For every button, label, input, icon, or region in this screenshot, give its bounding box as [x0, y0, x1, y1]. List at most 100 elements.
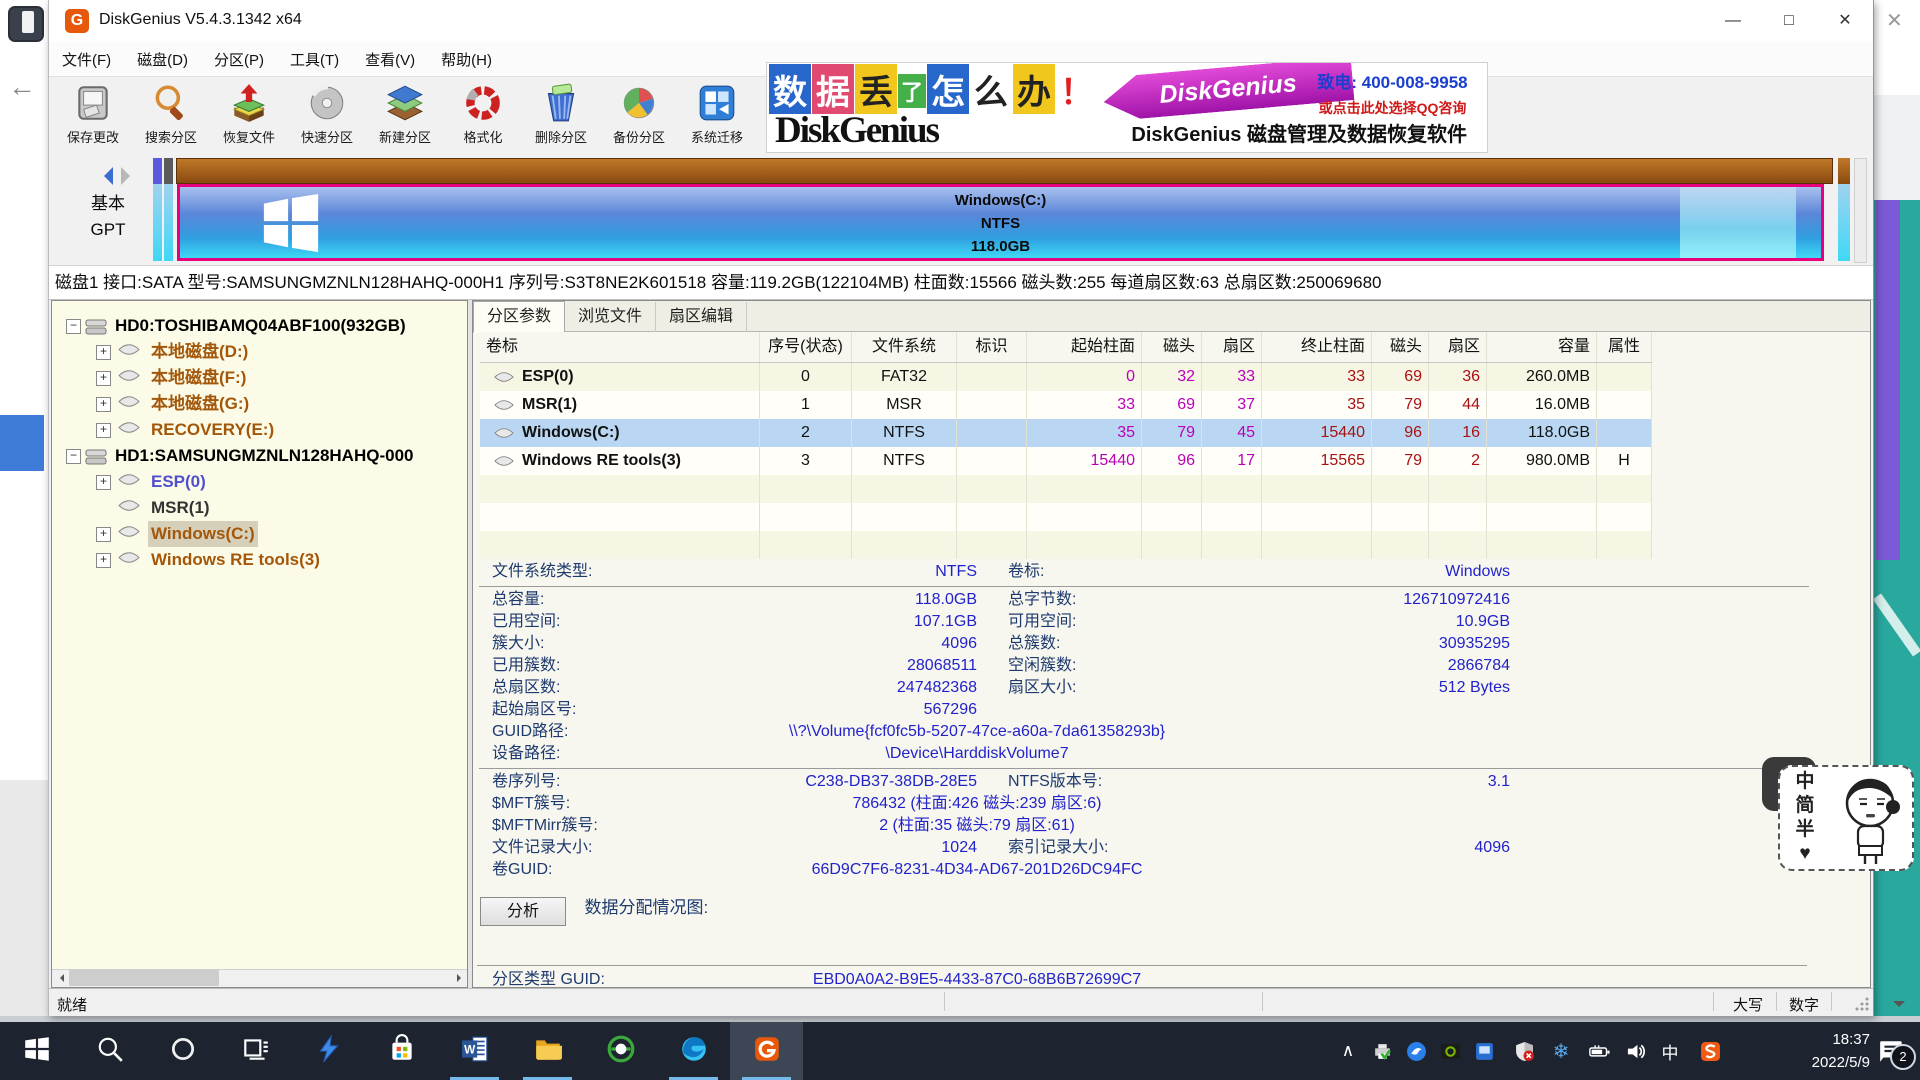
search-partition-button[interactable]: 搜索分区 — [133, 80, 209, 153]
close-button[interactable]: ✕ — [1817, 0, 1873, 42]
scroll-right-icon[interactable] — [450, 970, 467, 986]
column-header[interactable]: 属性 — [1597, 332, 1652, 362]
collapse-icon[interactable]: − — [66, 319, 81, 334]
diskbar-scroll-strip[interactable] — [1854, 158, 1867, 263]
expand-icon[interactable]: + — [96, 475, 111, 490]
sidebar-item-esp-0-[interactable]: +ESP(0) — [52, 469, 467, 495]
sidebar-item--g-[interactable]: +本地磁盘(G:) — [52, 391, 467, 417]
menu-item[interactable]: 帮助(H) — [428, 42, 505, 76]
tray-hidden-icons-icon[interactable]: ∧ — [1332, 1022, 1364, 1080]
scroll-left-icon[interactable] — [52, 970, 69, 986]
tray-sogou-icon[interactable] — [1694, 1022, 1726, 1080]
format-button[interactable]: 格式化 — [445, 80, 521, 153]
tab-扇区编辑[interactable]: 扇区编辑 — [656, 302, 747, 332]
taskbar-diskgenius-button[interactable] — [730, 1022, 803, 1080]
recover-files-button[interactable]: 恢复文件 — [211, 80, 287, 153]
taskbar-edge-button[interactable] — [657, 1022, 730, 1080]
tray-nvidia-icon[interactable] — [1434, 1022, 1466, 1080]
delete-partition-button[interactable]: 删除分区 — [523, 80, 599, 153]
partition-sliver-esp[interactable] — [153, 158, 162, 261]
ad-banner[interactable]: 数据丢了怎么办！ DiskGenius 致电: 400-008-9958 或点击… — [766, 62, 1488, 153]
column-header[interactable]: 起始柱面 — [1027, 332, 1142, 362]
expand-icon[interactable]: + — [96, 553, 111, 568]
sidebar-item--f-[interactable]: +本地磁盘(F:) — [52, 365, 467, 391]
partition-block-windows-c[interactable]: Windows(C:) NTFS 118.0GB — [177, 184, 1824, 261]
partition-sliver-msr[interactable] — [164, 158, 173, 261]
column-header[interactable]: 磁头 — [1142, 332, 1202, 362]
menu-item[interactable]: 工具(T) — [277, 42, 352, 76]
sidebar-item-hd1-samsungmznln128hahq-000[interactable]: −HD1:SAMSUNGMZNLN128HAHQ-000 — [52, 443, 467, 469]
taskbar-flash-button[interactable] — [292, 1022, 365, 1080]
column-header[interactable]: 磁头 — [1372, 332, 1429, 362]
column-header[interactable]: 终止柱面 — [1262, 332, 1372, 362]
expand-icon[interactable]: + — [96, 527, 111, 542]
taskbar-word-button[interactable]: W — [438, 1022, 511, 1080]
sidebar-item-hd0-toshibamq04abf100-932gb-[interactable]: −HD0:TOSHIBAMQ04ABF100(932GB) — [52, 313, 467, 339]
system-migration-button[interactable]: 系统迁移 — [679, 80, 755, 153]
taskbar-search-button[interactable] — [73, 1022, 146, 1080]
column-header[interactable]: 序号(状态) — [760, 332, 852, 362]
sidebar-item--d-[interactable]: +本地磁盘(D:) — [52, 339, 467, 365]
tab-分区参数[interactable]: 分区参数 — [473, 301, 565, 333]
ime-status-widget[interactable]: 中 简 半 ♥ — [1778, 765, 1914, 871]
save-button[interactable]: 保存更改 — [55, 80, 131, 153]
taskbar-clock[interactable]: 18:37 2022/5/9 — [1752, 1028, 1870, 1074]
tray-battery-icon[interactable] — [1583, 1022, 1615, 1080]
backup-partition-button[interactable]: 备份分区 — [601, 80, 677, 153]
sidebar-item-windows-c-[interactable]: +Windows(C:) — [52, 521, 467, 547]
clock-date: 2022/5/9 — [1752, 1051, 1870, 1074]
sidebar-item-recovery-e-[interactable]: +RECOVERY(E:) — [52, 417, 467, 443]
table-row-esp-0-[interactable]: ESP(0)0FAT3203233336936260.0MB — [480, 363, 1652, 391]
resize-grip[interactable] — [1854, 996, 1870, 1012]
column-header[interactable]: 容量 — [1487, 332, 1597, 362]
new-partition-button[interactable]: 新建分区 — [367, 80, 443, 153]
taskbar-file-explorer-button[interactable] — [511, 1022, 584, 1080]
background-close-icon: ✕ — [1886, 8, 1903, 33]
tray-bird-app-icon[interactable] — [1400, 1022, 1432, 1080]
minimize-button[interactable]: — — [1705, 0, 1761, 42]
partition-sliver-re-tools[interactable] — [1838, 158, 1850, 261]
taskbar-task-view-button[interactable] — [219, 1022, 292, 1080]
disk-header-band[interactable] — [176, 158, 1833, 184]
collapse-icon[interactable]: − — [66, 449, 81, 464]
tab-浏览文件[interactable]: 浏览文件 — [565, 302, 656, 332]
expand-icon[interactable]: + — [96, 423, 111, 438]
analyze-button[interactable]: 分析 — [480, 897, 566, 926]
table-row-msr-1-[interactable]: MSR(1)1MSR33693735794416.0MB — [480, 391, 1652, 419]
taskbar-start-button[interactable] — [0, 1022, 73, 1080]
expand-icon[interactable]: + — [96, 397, 111, 412]
tray-ime-lang-icon[interactable]: 中 — [1654, 1022, 1686, 1080]
maximize-button[interactable]: □ — [1761, 0, 1817, 42]
column-header[interactable]: 扇区 — [1202, 332, 1262, 362]
expand-icon[interactable]: + — [96, 345, 111, 360]
sidebar-item-msr-1-[interactable]: MSR(1) — [52, 495, 467, 521]
menu-item[interactable]: 分区(P) — [201, 42, 277, 76]
scroll-thumb[interactable] — [69, 970, 219, 986]
ad-qq-link[interactable]: 或点击此处选择QQ咨询 — [1300, 98, 1485, 118]
column-header[interactable]: 文件系统 — [852, 332, 957, 362]
notification-badge[interactable]: 2 — [1890, 1044, 1916, 1070]
nav-left-icon[interactable] — [95, 167, 113, 185]
nav-right-icon[interactable] — [121, 167, 139, 185]
tray-printer-icon[interactable] — [1366, 1022, 1398, 1080]
tray-volume-icon[interactable] — [1620, 1022, 1652, 1080]
table-row-windows-re-tools-3-[interactable]: Windows RE tools(3)3NTFS1544096171556579… — [480, 447, 1652, 475]
column-header[interactable]: 标识 — [957, 332, 1027, 362]
tray-defender-icon[interactable] — [1508, 1022, 1540, 1080]
menu-item[interactable]: 文件(F) — [49, 42, 124, 76]
taskbar-store-button[interactable] — [365, 1022, 438, 1080]
expand-icon[interactable]: + — [96, 371, 111, 386]
tray-snowflake-icon[interactable]: ❄ — [1545, 1022, 1577, 1080]
column-header[interactable]: 扇区 — [1429, 332, 1487, 362]
menu-item[interactable]: 查看(V) — [352, 42, 428, 76]
taskbar-cortana-button[interactable] — [146, 1022, 219, 1080]
column-header[interactable]: 卷标 — [480, 332, 760, 362]
menu-item[interactable]: 磁盘(D) — [124, 42, 201, 76]
taskbar-browser-360-button[interactable] — [584, 1022, 657, 1080]
quick-partition-button[interactable]: 快速分区 — [289, 80, 365, 153]
sidebar-item-windows-re-tools-3-[interactable]: +Windows RE tools(3) — [52, 547, 467, 573]
tray-intel-graphics-icon[interactable] — [1468, 1022, 1500, 1080]
table-row-windows-c-[interactable]: Windows(C:)2NTFS357945154409616118.0GB — [480, 419, 1652, 447]
tree-horizontal-scrollbar[interactable] — [52, 969, 467, 987]
recover-files-icon — [211, 80, 287, 126]
